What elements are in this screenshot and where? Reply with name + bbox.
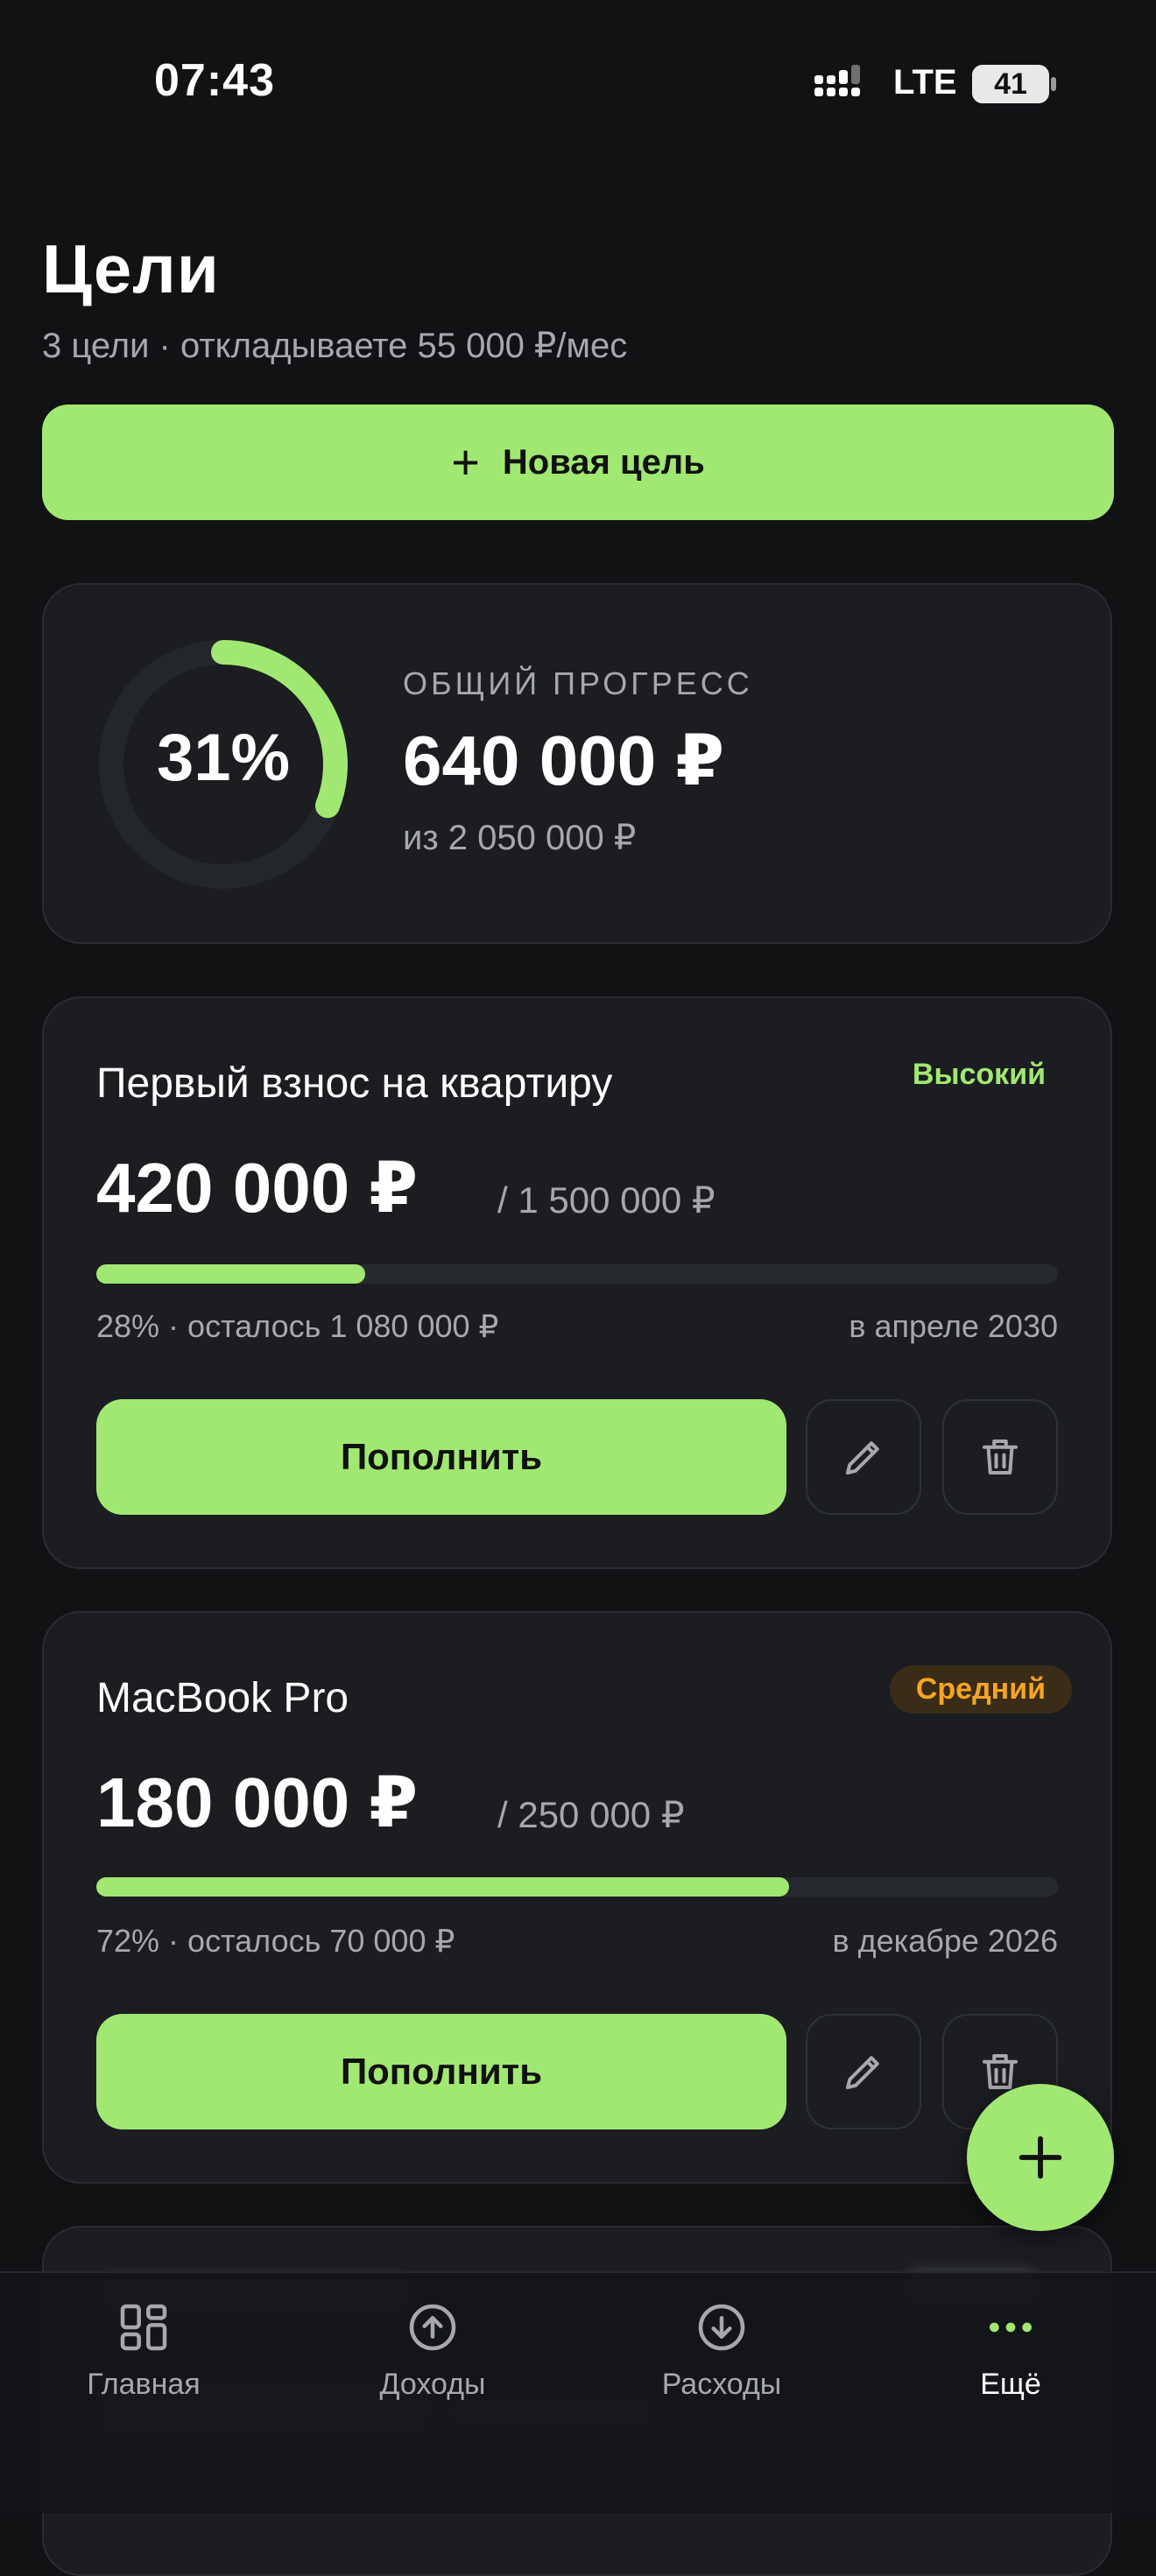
goal-deadline: в декабре 2026 — [832, 1923, 1058, 1959]
nav-item-income[interactable]: Доходы — [319, 2299, 546, 2402]
battery-tip — [1051, 77, 1056, 91]
more-dots-icon — [990, 2322, 1032, 2333]
delete-button[interactable] — [942, 1399, 1058, 1515]
nav-label: Главная — [87, 2368, 201, 2401]
edit-button[interactable] — [806, 2014, 921, 2129]
page-subtitle: 3 цели · откладываете 55 000 ₽/мес — [42, 327, 628, 365]
network-type: LTE — [893, 63, 957, 102]
arrow-up-circle-icon — [409, 2304, 456, 2351]
trash-icon — [982, 1439, 1019, 1475]
summary-amount: 640 000 ₽ — [403, 721, 725, 799]
pencil-icon — [845, 1441, 879, 1475]
goal-name: Первый взнос на квартиру — [96, 1060, 613, 1107]
plus-icon — [1019, 2136, 1062, 2179]
status-time: 07:43 — [154, 55, 275, 106]
battery-level: 41 — [994, 67, 1027, 101]
battery-icon: 41 — [972, 65, 1049, 103]
goal-total: / 1 500 000 ₽ — [497, 1179, 715, 1221]
summary-label: ОБЩИЙ ПРОГРЕСС — [403, 665, 753, 701]
nav-label: Доходы — [379, 2368, 486, 2401]
goal-amount: 420 000 ₽ — [96, 1149, 419, 1227]
priority-badge: Средний — [889, 1665, 1072, 1714]
bottom-nav: Главная Доходы Расходы Ещё — [0, 2271, 1156, 2513]
priority-badge: Высокий — [912, 1058, 1046, 1091]
add-fab-button[interactable] — [967, 2084, 1114, 2231]
goal-progress-fill — [96, 1264, 366, 1284]
nav-label: Ещё — [980, 2368, 1041, 2401]
nav-item-more[interactable]: Ещё — [897, 2299, 1124, 2402]
nav-label: Расходы — [661, 2368, 782, 2401]
new-goal-button[interactable]: + Новая цель — [42, 405, 1114, 520]
nav-item-home[interactable]: Главная — [30, 2299, 257, 2402]
goal-progress-fill — [96, 1877, 789, 1897]
goal-progress-bar — [96, 1877, 1058, 1897]
edit-button[interactable] — [806, 1399, 921, 1515]
arrow-down-circle-icon — [698, 2304, 745, 2351]
grid-icon — [120, 2304, 167, 2351]
goal-amount: 180 000 ₽ — [96, 1763, 419, 1841]
goal-meta: 28% · осталось 1 080 000 ₽ — [96, 1308, 499, 1344]
topup-button[interactable]: Пополнить — [96, 2014, 786, 2129]
page-title: Цели — [42, 230, 220, 307]
pencil-icon — [845, 2056, 879, 2090]
goal-progress-bar — [96, 1264, 1058, 1284]
goal-deadline: в апреле 2030 — [849, 1308, 1058, 1344]
goal-meta: 72% · осталось 70 000 ₽ — [96, 1923, 455, 1959]
goal-name: MacBook Pro — [96, 1675, 349, 1721]
goal-total: / 250 000 ₽ — [497, 1794, 685, 1835]
signal-icon — [814, 65, 860, 96]
plus-icon: + — [451, 434, 480, 489]
new-goal-label: Новая цель — [502, 442, 705, 482]
summary-total: из 2 050 000 ₽ — [403, 819, 637, 857]
nav-item-expenses[interactable]: Расходы — [608, 2299, 835, 2402]
topup-button[interactable]: Пополнить — [96, 1399, 786, 1515]
progress-percent: 31% — [156, 721, 291, 795]
